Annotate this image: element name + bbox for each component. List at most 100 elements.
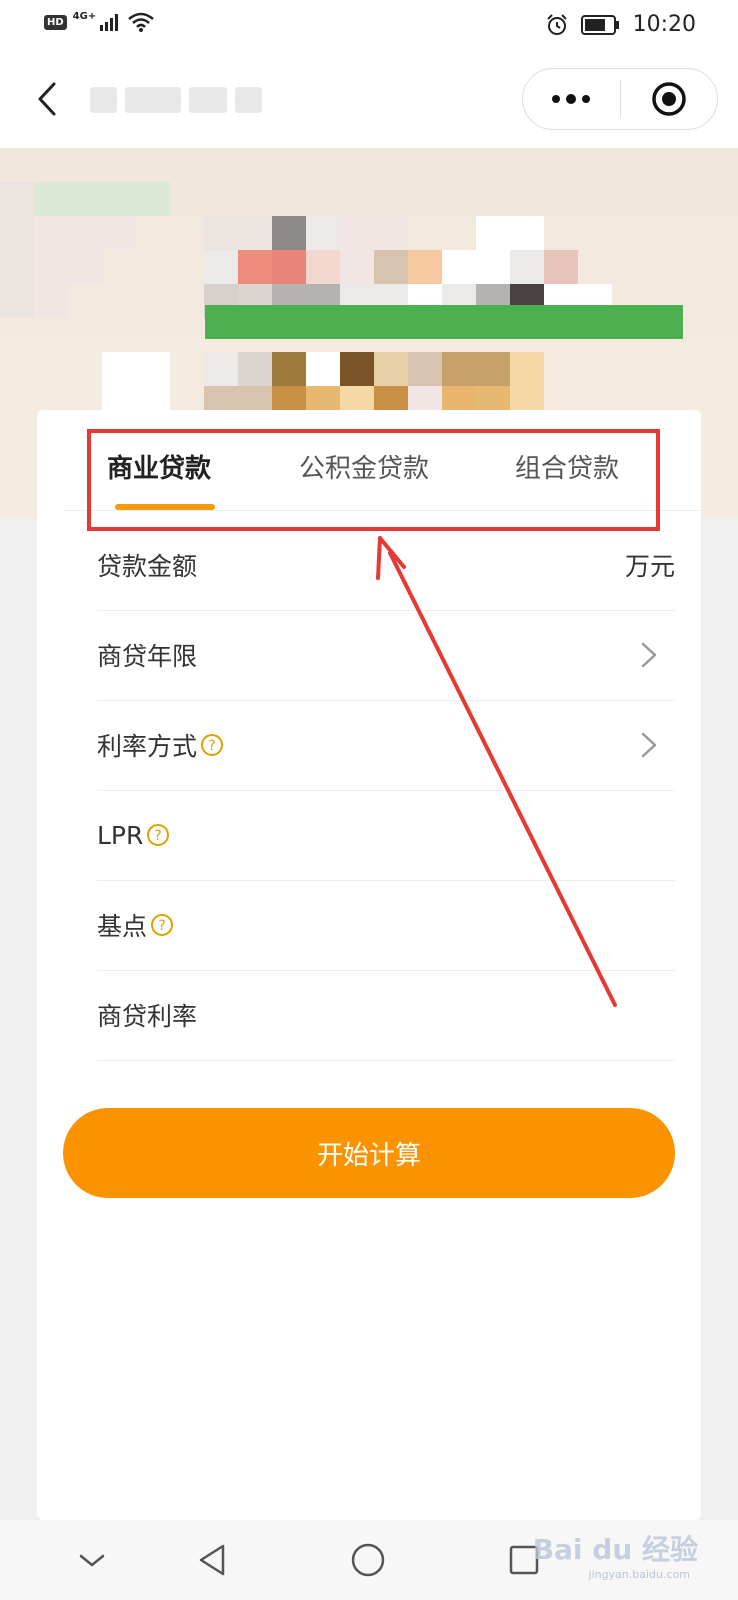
mosaic-cell [68, 182, 102, 216]
help-icon[interactable]: ? [146, 823, 170, 847]
mosaic-cell [272, 352, 306, 386]
mosaic-cell [714, 148, 738, 182]
mosaic-cell [68, 318, 102, 352]
mosaic-cell [476, 352, 510, 386]
mosaic-cell [612, 250, 646, 284]
mosaic-cell [408, 216, 442, 250]
mosaic-cell [408, 352, 442, 386]
title-blur-block [90, 87, 117, 113]
back-button[interactable] [22, 74, 72, 124]
loan-term-row[interactable]: 商贷年限 [97, 610, 675, 701]
mosaic-cell [510, 182, 544, 216]
mosaic-cell [136, 352, 170, 386]
rate-method-label: 利率方式 [97, 732, 198, 761]
mosaic-cell [714, 182, 738, 216]
mosaic-cell [136, 250, 170, 284]
mosaic-cell [578, 182, 612, 216]
hd-badge: HD [44, 14, 67, 30]
status-left: HD 4G+ [44, 11, 155, 32]
mosaic-cell [340, 250, 374, 284]
loan-amount-unit: 万元 [624, 552, 675, 581]
mosaic-cell [680, 250, 714, 284]
mosaic-cell [204, 352, 238, 386]
mosaic-cell [306, 182, 340, 216]
mosaic-cell [340, 148, 374, 182]
mosaic-cell [646, 182, 680, 216]
mosaic-cell [102, 284, 136, 318]
help-icon[interactable]: ? [200, 733, 224, 757]
mosaic-cell [544, 148, 578, 182]
commercial-rate-label: 商贷利率 [97, 1002, 198, 1031]
mosaic-cell [170, 182, 204, 216]
chevron-right-icon [641, 732, 657, 758]
mosaic-cell [714, 420, 738, 454]
mosaic-cell [0, 420, 34, 454]
mosaic-cell [204, 148, 238, 182]
mosaic-cell [476, 182, 510, 216]
mosaic-cell [0, 182, 34, 216]
system-home-button[interactable] [346, 1538, 390, 1582]
mosaic-cell [680, 284, 714, 318]
mosaic-cell [714, 454, 738, 488]
tab-housing-fund-loan[interactable]: 公积金贷款 [299, 448, 429, 485]
mosaic-cell [374, 216, 408, 250]
more-button[interactable] [523, 69, 620, 129]
mosaic-cell [68, 216, 102, 250]
mosaic-cell [0, 284, 34, 318]
lpr-row[interactable]: LPR ? [97, 790, 675, 881]
mosaic-cell [136, 148, 170, 182]
mosaic-cell [578, 250, 612, 284]
mosaic-cell [646, 250, 680, 284]
mosaic-cell [0, 386, 34, 420]
mosaic-cell [136, 284, 170, 318]
mosaic-cell [544, 352, 578, 386]
commercial-rate-row[interactable]: 商贷利率 [97, 970, 675, 1061]
hide-nav-button[interactable] [70, 1538, 114, 1582]
chevron-right-icon [641, 642, 657, 668]
mosaic-cell [170, 284, 204, 318]
mosaic-cell [102, 182, 136, 216]
close-button[interactable] [620, 69, 717, 129]
mosaic-cell [680, 318, 714, 352]
lpr-label-wrap: LPR ? [97, 821, 170, 850]
mosaic-cell [714, 216, 738, 250]
rate-method-row[interactable]: 利率方式 ? [97, 700, 675, 791]
tab-combined-loan[interactable]: 组合贷款 [515, 448, 619, 485]
mosaic-cell [714, 488, 738, 518]
mosaic-cell [0, 250, 34, 284]
mosaic-cell [170, 148, 204, 182]
mosaic-cell [714, 386, 738, 420]
help-icon[interactable]: ? [150, 913, 174, 937]
baidu-watermark: Bai du 经验 [532, 1533, 698, 1566]
mosaic-cell [102, 250, 136, 284]
mosaic-cell [306, 250, 340, 284]
wifi-icon [128, 12, 155, 32]
mosaic-cell [0, 216, 34, 250]
mosaic-cell [612, 216, 646, 250]
tab-commercial-loan[interactable]: 商业贷款 [107, 448, 211, 485]
mosaic-cell [680, 352, 714, 386]
mosaic-cell [238, 216, 272, 250]
mosaic-cell [476, 250, 510, 284]
mosaic-cell [0, 454, 34, 488]
mosaic-cell [170, 250, 204, 284]
mosaic-cell [612, 148, 646, 182]
loan-amount-row[interactable]: 贷款金额 万元 [97, 520, 675, 611]
svg-text:?: ? [155, 828, 162, 844]
mosaic-cell [34, 182, 68, 216]
more-dots-icon [552, 94, 591, 104]
basis-points-row[interactable]: 基点 ? [97, 880, 675, 971]
mosaic-cell [68, 250, 102, 284]
mosaic-cell [442, 148, 476, 182]
mosaic-cell [612, 352, 646, 386]
svg-text:?: ? [158, 918, 165, 934]
loan-amount-label: 贷款金额 [97, 552, 198, 581]
mosaic-cell [102, 216, 136, 250]
basis-points-label: 基点 [97, 912, 148, 941]
mosaic-cell [204, 216, 238, 250]
mosaic-cell [510, 148, 544, 182]
loan-term-label: 商贷年限 [97, 642, 198, 671]
system-back-button[interactable] [190, 1538, 234, 1582]
start-calculation-button[interactable]: 开始计算 [63, 1108, 675, 1198]
title-blur-block [124, 87, 182, 113]
